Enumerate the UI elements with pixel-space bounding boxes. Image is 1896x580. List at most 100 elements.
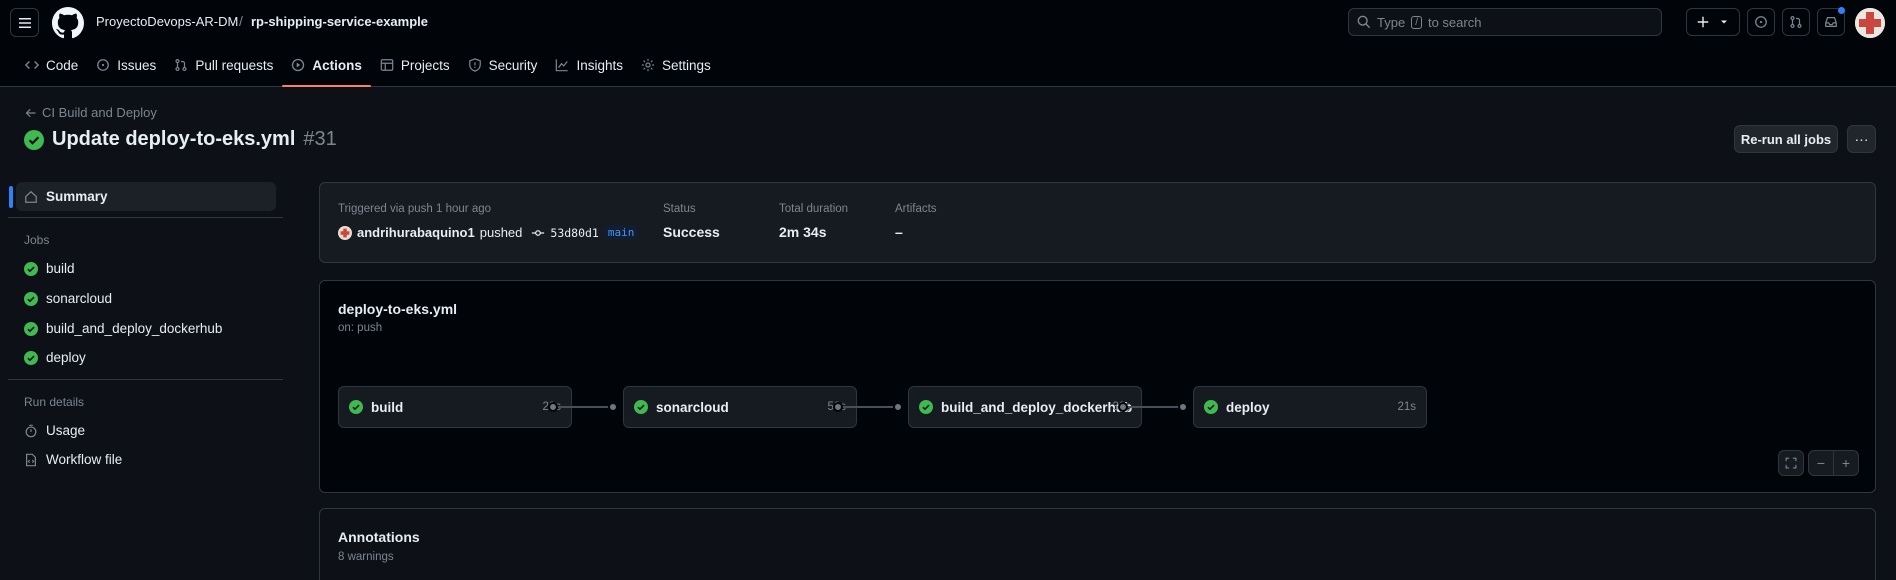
tab-label: Security	[488, 57, 538, 73]
job-node-sonarcloud[interactable]: sonarcloud 50s	[623, 386, 857, 428]
home-icon	[25, 190, 37, 203]
fullscreen-button[interactable]	[1778, 450, 1804, 476]
github-logo-icon[interactable]	[52, 7, 84, 39]
run-summary-card: Triggered via push 1 hour ago andrihurab…	[319, 182, 1876, 263]
pull-request-icon	[175, 58, 187, 72]
job-connector-handle	[833, 402, 843, 412]
pusher-username-link[interactable]: andrihurabaquino1	[357, 225, 475, 240]
commit-sha-link[interactable]: 53d80d1	[550, 226, 598, 240]
sidebar-item-job-build[interactable]: build	[16, 254, 276, 283]
check-circle-fill-icon	[24, 321, 38, 336]
workflow-name: CI Build and Deploy	[42, 105, 157, 120]
job-duration: 21s	[1397, 401, 1416, 413]
pull-requests-button[interactable]	[1782, 8, 1810, 36]
jobs-heading: Jobs	[24, 233, 50, 247]
hamburger-icon	[18, 17, 31, 28]
sidebar-item-job-sonarcloud[interactable]: sonarcloud	[16, 284, 276, 313]
job-connector-line	[558, 406, 613, 408]
tab-projects[interactable]: Projects	[371, 52, 459, 78]
run-title: Update deploy-to-eks.yml #31	[24, 128, 337, 151]
tab-label: Code	[46, 57, 79, 73]
more-options-button[interactable]: ···	[1847, 125, 1876, 153]
job-connector-line	[843, 406, 898, 408]
graph-icon	[556, 59, 569, 72]
duration-label: Total duration	[779, 203, 849, 215]
sidebar-item-label: sonarcloud	[46, 291, 113, 306]
check-circle-fill-icon	[1204, 400, 1218, 414]
create-new-button[interactable]	[1686, 8, 1740, 36]
workflow-trigger: on: push	[338, 322, 383, 334]
check-circle-fill-icon	[24, 291, 38, 306]
plus-icon	[1697, 16, 1709, 28]
divider	[8, 379, 283, 380]
search-icon	[1357, 15, 1371, 29]
table-icon	[380, 59, 394, 71]
status-label: Status	[663, 203, 696, 215]
tab-label: Settings	[661, 57, 711, 73]
tab-pull-requests[interactable]: Pull requests	[165, 52, 282, 78]
fullscreen-icon	[1785, 457, 1797, 469]
check-circle-fill-icon	[634, 400, 648, 414]
issue-icon	[1755, 16, 1767, 28]
check-circle-fill-icon	[349, 400, 363, 414]
code-icon	[25, 61, 39, 69]
arrow-left-icon	[25, 108, 36, 117]
issues-button[interactable]	[1747, 8, 1775, 36]
job-name: build	[371, 399, 404, 415]
breadcrumb-repo-link[interactable]: rp-shipping-service-example	[251, 14, 428, 29]
sidebar-item-label: deploy	[46, 350, 86, 365]
job-name: build_and_deploy_dockerhub	[941, 399, 1133, 415]
job-connector-handle	[1178, 402, 1188, 412]
duration-value: 2m 34s	[779, 224, 827, 240]
tab-code[interactable]: Code	[16, 52, 87, 78]
job-node-build-and-deploy-dockerhub[interactable]: build_and_deploy_dockerhub 32s	[908, 386, 1142, 428]
workflow-file-name: deploy-to-eks.yml	[338, 301, 458, 317]
sidebar-item-workflow-file[interactable]: Workflow file	[16, 445, 276, 474]
status-value: Success	[663, 224, 720, 240]
job-connector-handle	[548, 402, 558, 412]
search-placeholder-post: to search	[1427, 14, 1482, 30]
branch-badge[interactable]: main	[603, 225, 639, 240]
job-node-deploy[interactable]: deploy 21s	[1193, 386, 1427, 428]
rerun-all-jobs-button[interactable]: Re-run all jobs	[1734, 125, 1838, 153]
job-connector-line	[1128, 406, 1183, 408]
job-node-build[interactable]: build 20s	[338, 386, 572, 428]
sidebar-item-usage[interactable]: Usage	[16, 416, 276, 445]
back-to-workflow-link[interactable]: CI Build and Deploy	[25, 105, 157, 120]
check-circle-fill-icon	[24, 129, 44, 150]
workflow-graph-card: deploy-to-eks.yml on: push build 20s son…	[319, 280, 1876, 493]
sidebar-item-label: Summary	[46, 189, 108, 204]
avatar-identicon-icon	[1855, 8, 1885, 38]
tab-issues[interactable]: Issues	[87, 52, 165, 78]
tab-insights[interactable]: Insights	[546, 52, 632, 78]
zoom-out-button[interactable]: −	[1808, 450, 1834, 476]
tab-label: Pull requests	[195, 57, 274, 73]
tab-settings[interactable]: Settings	[632, 52, 720, 78]
caret-down-icon	[1721, 20, 1727, 24]
search-input[interactable]: Type / to search	[1348, 8, 1662, 36]
job-name: sonarcloud	[656, 399, 729, 415]
breadcrumb-owner-link[interactable]: ProyectoDevops-AR-DM	[96, 14, 238, 29]
pull-request-icon	[1790, 15, 1802, 29]
search-shortcut-key: /	[1411, 15, 1422, 29]
annotations-title: Annotations	[338, 529, 420, 545]
tab-label: Projects	[400, 57, 450, 73]
annotations-count: 8 warnings	[338, 551, 394, 563]
repo-nav-tabs: Code Issues Pull requests Actions Projec…	[16, 52, 720, 87]
tab-actions[interactable]: Actions	[282, 52, 371, 87]
tab-security[interactable]: Security	[459, 52, 547, 78]
run-number: #31	[303, 128, 337, 150]
sidebar-item-job-deploy[interactable]: deploy	[16, 343, 276, 372]
job-connector-handle	[1118, 402, 1128, 412]
sidebar-item-summary[interactable]: Summary	[9, 182, 276, 211]
user-avatar-icon	[338, 225, 352, 240]
zoom-in-button[interactable]: +	[1833, 450, 1859, 476]
sidebar-item-job-build-and-deploy-dockerhub[interactable]: build_and_deploy_dockerhub	[16, 314, 276, 343]
sidebar-item-label: build_and_deploy_dockerhub	[46, 321, 223, 336]
breadcrumb-separator: /	[239, 13, 243, 29]
check-circle-fill-icon	[24, 350, 38, 365]
menu-button[interactable]	[10, 8, 39, 37]
inbox-icon	[1825, 17, 1837, 27]
user-avatar[interactable]	[1855, 8, 1885, 38]
gear-icon	[641, 58, 655, 72]
